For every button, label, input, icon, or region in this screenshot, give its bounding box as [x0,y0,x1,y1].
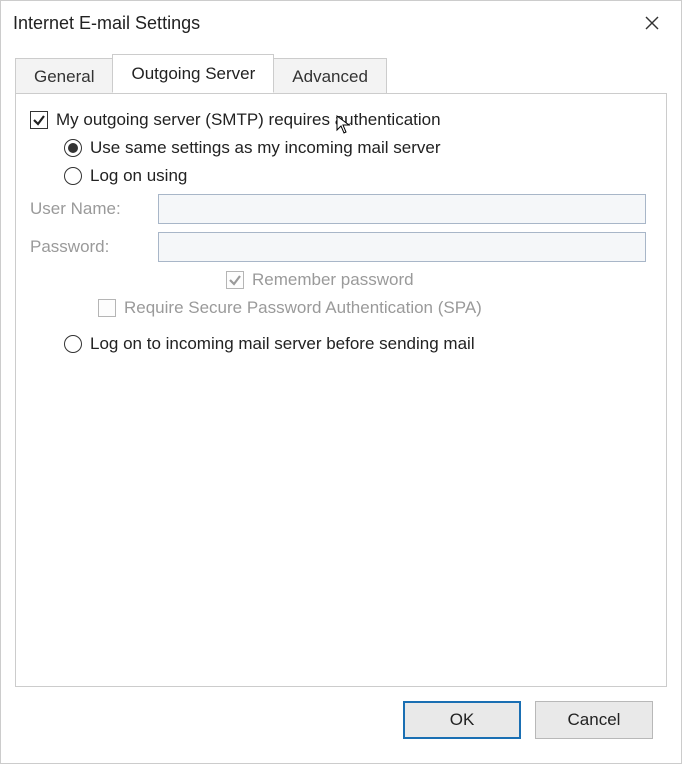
dialog-buttons: OK Cancel [15,687,667,753]
dialog-content: General Outgoing Server Advanced My outg… [1,47,681,763]
username-label: User Name: [30,199,158,219]
use-same-settings-radio[interactable] [64,139,82,157]
tab-strip: General Outgoing Server Advanced [15,57,667,93]
settings-dialog: Internet E-mail Settings General Outgoin… [0,0,682,764]
logon-incoming-row: Log on to incoming mail server before se… [64,334,652,354]
password-label: Password: [30,237,158,257]
remember-password-checkbox[interactable] [226,271,244,289]
username-row: User Name: [30,194,652,224]
logon-using-radio[interactable] [64,167,82,185]
requires-auth-checkbox[interactable] [30,111,48,129]
require-spa-row: Require Secure Password Authentication (… [98,298,652,318]
ok-button[interactable]: OK [403,701,521,739]
tab-outgoing-server[interactable]: Outgoing Server [112,54,274,93]
tab-advanced[interactable]: Advanced [273,58,387,94]
use-same-settings-row: Use same settings as my incoming mail se… [64,138,652,158]
use-same-settings-label: Use same settings as my incoming mail se… [90,138,441,158]
window-title: Internet E-mail Settings [13,13,200,34]
password-row: Password: [30,232,652,262]
cancel-button[interactable]: Cancel [535,701,653,739]
tab-general[interactable]: General [15,58,113,94]
requires-auth-row: My outgoing server (SMTP) requires authe… [30,110,652,130]
password-input[interactable] [158,232,646,262]
logon-incoming-label: Log on to incoming mail server before se… [90,334,475,354]
remember-password-label: Remember password [252,270,414,290]
remember-password-row: Remember password [226,270,652,290]
titlebar: Internet E-mail Settings [1,1,681,47]
requires-auth-label: My outgoing server (SMTP) requires authe… [56,110,441,130]
require-spa-label: Require Secure Password Authentication (… [124,298,482,318]
close-icon [645,16,659,30]
logon-using-label: Log on using [90,166,187,186]
logon-using-row: Log on using [64,166,652,186]
logon-incoming-radio[interactable] [64,335,82,353]
username-input[interactable] [158,194,646,224]
outgoing-server-panel: My outgoing server (SMTP) requires authe… [15,93,667,687]
require-spa-checkbox[interactable] [98,299,116,317]
close-button[interactable] [629,7,675,39]
